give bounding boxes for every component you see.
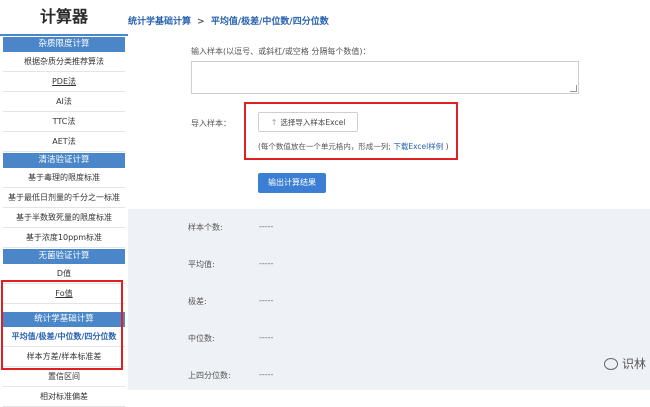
download-sample-link[interactable]: 下载Excel样例 (393, 142, 443, 151)
result-label: 平均值: (188, 260, 215, 269)
result-value: ----- (259, 259, 274, 268)
result-value: ----- (259, 370, 274, 379)
sidebar-item-mean-range-median[interactable]: 平均值/极差/中位数/四分位数 (3, 327, 125, 347)
sidebar-item-min-daily-dose[interactable]: 基于最低日剂量的千分之一标准 (3, 188, 125, 208)
sidebar-item-label: 样本方差/样本标准差 (26, 352, 102, 361)
sidebar-item-label: 平均值/极差/中位数/四分位数 (11, 332, 117, 341)
sample-textarea[interactable] (191, 61, 579, 94)
breadcrumb: 统计学基础计算 > 平均值/极差/中位数/四分位数 (128, 14, 329, 27)
breadcrumb-separator: > (197, 17, 205, 27)
result-label: 上四分位数: (188, 371, 231, 380)
sidebar-item-label: 基于毒理的限度标准 (28, 173, 100, 182)
import-note-close: ) (445, 142, 449, 151)
sidebar: 计算器 杂质限度计算 根据杂质分类推荐算法 PDE法 AI法 TTC法 AET法… (0, 0, 128, 407)
sidebar-item-variance-stddev[interactable]: 样本方差/样本标准差 (3, 347, 125, 367)
result-value: ----- (259, 333, 274, 342)
sidebar-item-10ppm[interactable]: 基于浓度10ppm标准 (3, 228, 125, 248)
result-label: 极差: (188, 297, 207, 306)
section-header-impurity: 杂质限度计算 (3, 37, 125, 52)
import-label: 导入样本： (191, 119, 231, 128)
sidebar-item-aet[interactable]: AET法 (3, 132, 125, 152)
breadcrumb-current: 平均值/极差/中位数/四分位数 (210, 17, 329, 27)
result-value: ----- (259, 222, 274, 231)
sidebar-item-confidence-interval[interactable]: 置信区间 (3, 367, 125, 387)
section-header-cleaning: 清洁验证计算 (3, 153, 125, 168)
sidebar-item-ai[interactable]: AI法 (3, 92, 125, 112)
result-row-range: 极差: ----- (188, 296, 273, 307)
sidebar-item-label: TTC法 (52, 117, 76, 126)
wechat-icon (604, 357, 618, 370)
import-note: (每个数值放在一个单元格内，形成一列; 下载Excel样例 ) (258, 141, 449, 152)
sidebar-item-fo-value[interactable]: Fo值 (3, 284, 125, 304)
sidebar-item-label: AET法 (52, 137, 76, 146)
sidebar-item-label: AI法 (56, 97, 72, 106)
sidebar-item-label: 基于最低日剂量的千分之一标准 (8, 193, 120, 202)
import-note-text: (每个数值放在一个单元格内，形成一列; (258, 142, 391, 151)
result-value: ----- (259, 296, 274, 305)
result-row-count: 样本个数: ----- (188, 222, 273, 233)
sidebar-item-d-value[interactable]: D值 (3, 264, 125, 284)
sidebar-item-label: 根据杂质分类推荐算法 (24, 57, 104, 66)
sidebar-item-ld50[interactable]: 基于半数致死量的限度标准 (3, 208, 125, 228)
sidebar-item-label: 基于半数致死量的限度标准 (16, 213, 112, 222)
section-header-statistics: 统计学基础计算 (3, 312, 125, 327)
results-panel: 样本个数: ----- 平均值: ----- 极差: ----- 中位数: --… (128, 209, 650, 390)
result-label: 中位数: (188, 334, 215, 343)
result-row-upper-quartile: 上四分位数: ----- (188, 370, 273, 381)
import-excel-button-label: 选择导入样本Excel (280, 118, 346, 127)
sidebar-item-toxicology[interactable]: 基于毒理的限度标准 (3, 168, 125, 188)
sidebar-item-label: 相对标准偏差 (40, 392, 88, 401)
sidebar-item-label: 置信区间 (48, 372, 80, 381)
sidebar-item-impurity-recommend[interactable]: 根据杂质分类推荐算法 (3, 52, 125, 72)
app-title: 计算器 (0, 0, 128, 36)
result-label: 样本个数: (188, 223, 223, 232)
sidebar-item-label: D值 (56, 269, 72, 278)
watermark: 识林 (604, 355, 646, 372)
sidebar-item-rsd[interactable]: 相对标准偏差 (3, 387, 125, 407)
sample-input-label: 输入样本(以逗号、或斜杠/或空格 分隔每个数值)： (191, 47, 371, 56)
sidebar-item-label: Fo值 (55, 289, 73, 298)
upload-arrow-icon: ↑ (270, 118, 278, 127)
resize-grip-icon[interactable] (570, 85, 577, 92)
import-excel-button[interactable]: ↑ 选择导入样本Excel (258, 112, 358, 132)
result-row-median: 中位数: ----- (188, 333, 273, 344)
compute-results-button[interactable]: 输出计算结果 (258, 173, 326, 193)
sidebar-item-label: 基于浓度10ppm标准 (25, 233, 103, 242)
sidebar-item-pde[interactable]: PDE法 (3, 72, 125, 92)
breadcrumb-parent[interactable]: 统计学基础计算 (128, 17, 191, 27)
sidebar-item-label: PDE法 (51, 77, 77, 86)
result-row-mean: 平均值: ----- (188, 259, 273, 270)
section-header-sterility: 无菌验证计算 (3, 249, 125, 264)
watermark-text: 识林 (622, 357, 647, 371)
sidebar-item-ttc[interactable]: TTC法 (3, 112, 125, 132)
